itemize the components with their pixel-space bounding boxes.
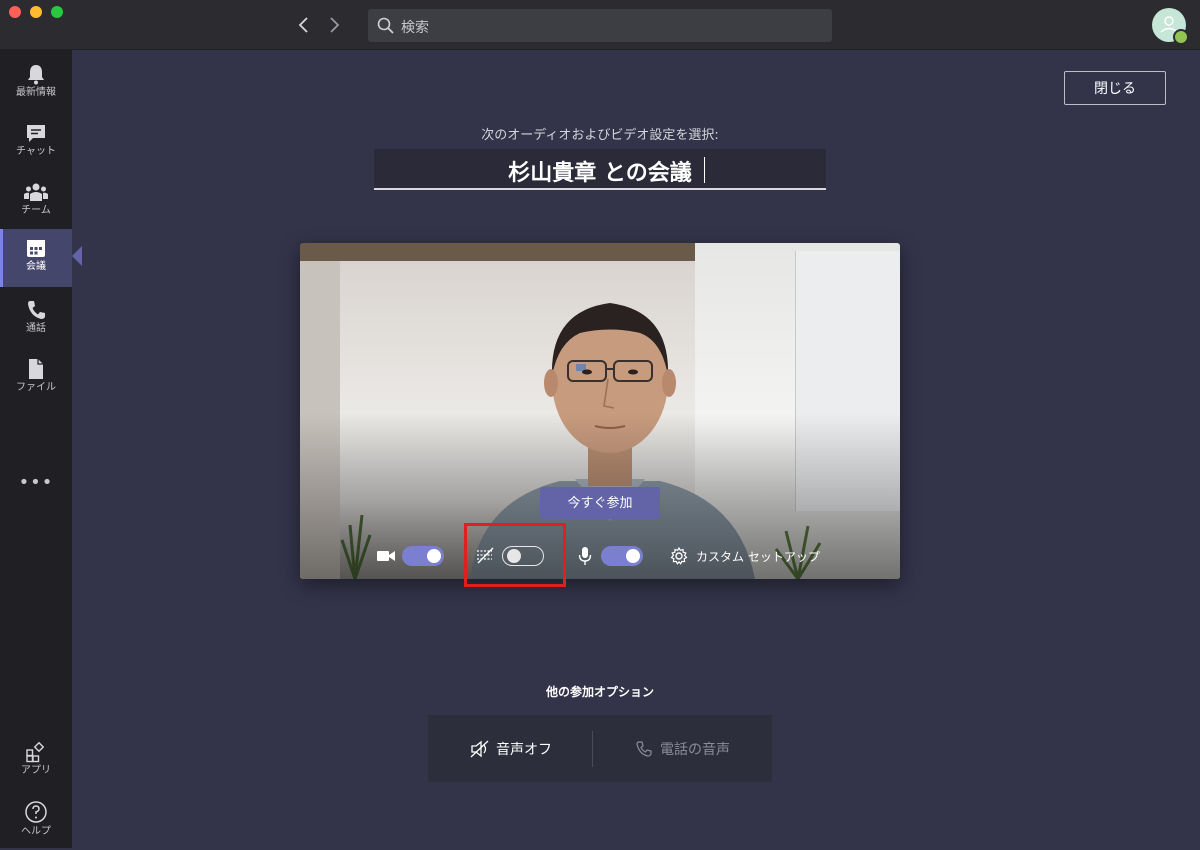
file-icon: [29, 359, 43, 379]
teams-icon: [24, 183, 48, 201]
close-button[interactable]: 閉じる: [1064, 71, 1166, 105]
active-indicator: [0, 229, 3, 287]
speaker-off-icon: [470, 740, 489, 758]
phone-icon: [28, 301, 45, 319]
microphone-icon: [578, 547, 592, 565]
bell-icon: [28, 65, 44, 85]
rail-item-label: ファイル: [16, 382, 56, 393]
microphone-toggle[interactable]: [601, 546, 643, 566]
audio-off-option[interactable]: 音声オフ: [496, 739, 552, 759]
rail-item-label: 最新情報: [16, 87, 56, 98]
join-now-button[interactable]: 今すぐ参加: [540, 487, 660, 519]
text-caret: [704, 157, 705, 183]
title-bar: 検索: [0, 0, 1200, 50]
rail-item-label: チーム: [21, 205, 51, 216]
more-apps-button[interactable]: •••: [0, 472, 72, 493]
rail-item-label: チャット: [16, 146, 56, 157]
rail-item-label: 通話: [26, 323, 46, 334]
apps-icon: [26, 741, 45, 763]
search-input[interactable]: 検索: [368, 9, 832, 42]
left-rail: 最新情報 チャット チーム 会議 通話 ファイル ••• アプリ ヘルプ: [0, 50, 72, 848]
camera-toggle[interactable]: [402, 546, 444, 566]
rail-item-files[interactable]: ファイル: [0, 350, 72, 408]
window-close-button[interactable]: [9, 6, 21, 18]
calendar-icon: [27, 240, 45, 257]
toggle-knob: [626, 549, 640, 563]
help-icon: [25, 801, 47, 823]
rail-item-label: アプリ: [21, 765, 51, 776]
status-badge: [1173, 29, 1189, 45]
custom-setup-link[interactable]: カスタム セットアップ: [696, 548, 820, 565]
rail-item-label: ヘルプ: [21, 826, 51, 837]
rail-item-calls[interactable]: 通話: [0, 291, 72, 349]
rail-item-meetings[interactable]: 会議: [0, 229, 72, 287]
rail-item-chat[interactable]: チャット: [0, 114, 72, 172]
window-zoom-button[interactable]: [51, 6, 63, 18]
search-icon: [377, 17, 394, 34]
phone-icon: [636, 741, 652, 757]
window-minimize-button[interactable]: [30, 6, 42, 18]
page-subtitle: 次のオーディオおよびビデオ設定を選択:: [481, 128, 719, 143]
rail-item-activity[interactable]: 最新情報: [0, 55, 72, 113]
video-preview: [300, 243, 900, 579]
other-options-panel: 音声オフ 電話の音声: [428, 715, 772, 782]
rail-item-label: 会議: [26, 261, 46, 272]
back-arrow-icon[interactable]: [294, 15, 314, 35]
forward-arrow-icon[interactable]: [324, 15, 344, 35]
meeting-title: 杉山貴章 との会議: [508, 161, 692, 186]
meeting-title-field[interactable]: 杉山貴章 との会議: [374, 149, 826, 190]
highlight-box: [464, 523, 566, 587]
rail-item-help[interactable]: ヘルプ: [0, 792, 72, 850]
gear-icon[interactable]: [670, 547, 688, 565]
divider: [592, 731, 593, 767]
search-placeholder: 検索: [401, 20, 429, 36]
rail-item-teams[interactable]: チーム: [0, 173, 72, 231]
rail-item-apps[interactable]: アプリ: [0, 733, 72, 791]
camera-icon: [377, 551, 395, 561]
other-options-heading: 他の参加オプション: [545, 685, 654, 699]
chat-icon: [27, 125, 45, 142]
active-pointer: [72, 246, 82, 266]
toggle-knob: [427, 549, 441, 563]
phone-audio-option[interactable]: 電話の音声: [660, 739, 730, 759]
